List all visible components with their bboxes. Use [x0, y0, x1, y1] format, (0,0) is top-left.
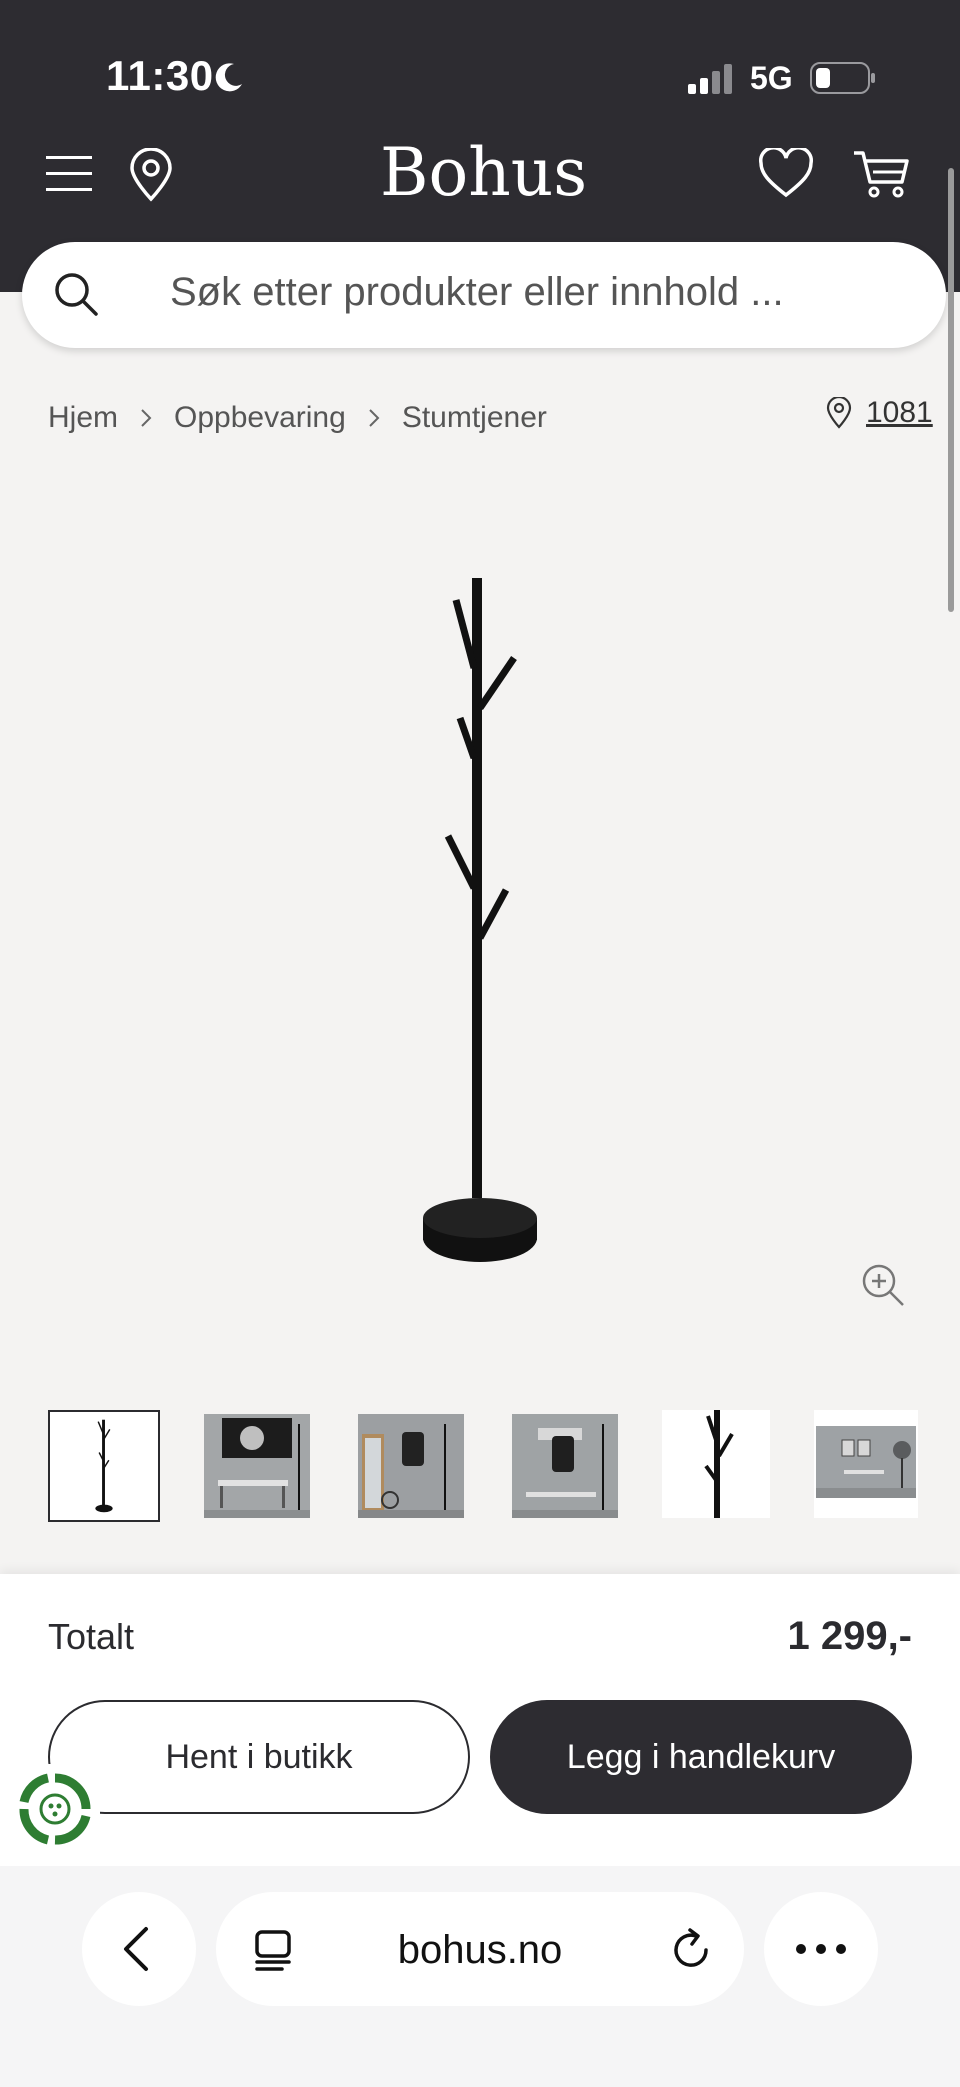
add-to-cart-button[interactable]: Legg i handlekurv [490, 1700, 912, 1814]
more-button[interactable] [764, 1892, 878, 2006]
status-time: 11:30 [106, 52, 214, 99]
thumbnail-strip [48, 1410, 948, 1524]
thumbnail-image [204, 1414, 310, 1518]
browser-toolbar: bohus.no [0, 1866, 960, 2087]
eco-badge-icon[interactable] [10, 1764, 100, 1854]
breadcrumb-home[interactable]: Hjem [48, 401, 118, 435]
total-label: Totalt [48, 1616, 135, 1657]
bohus-logo[interactable]: Bohus [380, 134, 587, 211]
thumbnail-image [512, 1414, 618, 1518]
thumbnail-3[interactable] [358, 1414, 464, 1518]
address-bar[interactable]: bohus.no [216, 1892, 744, 2006]
chevron-right-icon [369, 409, 380, 427]
breadcrumb: Hjem Oppbevaring Stumtjener [48, 398, 547, 438]
menu-icon[interactable] [44, 152, 96, 196]
zoom-in-icon[interactable] [860, 1262, 906, 1308]
pickup-in-store-button[interactable]: Hent i butikk [48, 1700, 470, 1814]
page-scrollbar[interactable] [948, 168, 954, 612]
total-price: 1 299,- [787, 1614, 912, 1658]
product-image-coat-stand[interactable] [400, 578, 560, 1272]
store-selector[interactable]: 1081 [826, 396, 933, 430]
thumbnail-image [50, 1412, 158, 1520]
location-pin-icon [826, 397, 852, 429]
reload-icon[interactable] [668, 1926, 714, 1972]
network-label: 5G [750, 60, 793, 96]
url-text: bohus.no [397, 1928, 563, 1972]
thumbnail-image [814, 1410, 918, 1518]
breadcrumb-current: Stumtjener [401, 401, 547, 434]
thumbnail-5[interactable] [662, 1410, 770, 1518]
thumbnail-image [662, 1410, 770, 1518]
thumbnail-2[interactable] [204, 1414, 310, 1518]
back-icon [124, 1927, 148, 1971]
thumbnail-1[interactable] [48, 1410, 160, 1522]
search-input[interactable] [170, 270, 910, 315]
back-button[interactable] [82, 1892, 196, 2006]
thumbnail-6[interactable] [814, 1410, 918, 1518]
signal-icon [688, 64, 732, 94]
chevron-right-icon [141, 409, 152, 427]
battery-icon [810, 62, 875, 94]
thumbnail-image [358, 1414, 464, 1518]
moon-icon [215, 63, 242, 92]
more-icon [796, 1944, 846, 1954]
heart-icon[interactable] [758, 148, 814, 200]
cart-icon[interactable] [852, 148, 910, 200]
thumbnail-4[interactable] [512, 1414, 618, 1518]
location-pin-icon[interactable] [128, 148, 174, 202]
store-number[interactable]: 1081 [866, 396, 933, 430]
search-icon [55, 273, 98, 316]
breadcrumb-category[interactable]: Oppbevaring [174, 401, 346, 435]
search-bar[interactable] [22, 242, 946, 348]
